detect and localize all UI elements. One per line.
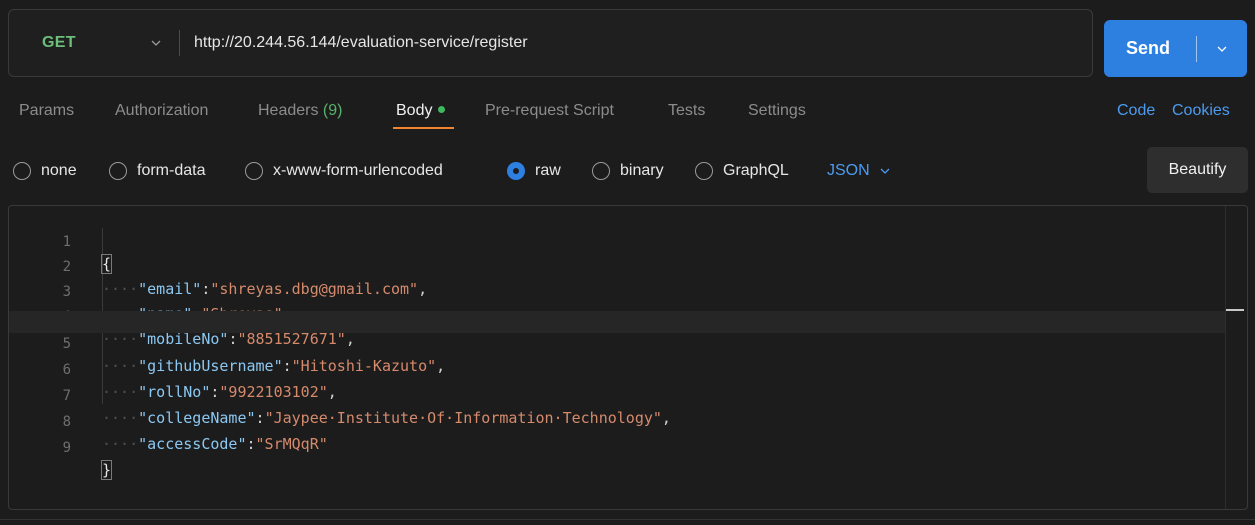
request-tabs: Params Authorization Headers (9) Body Pr… bbox=[0, 100, 1255, 129]
divider bbox=[0, 519, 1255, 520]
json-value: "SrMQqR" bbox=[255, 435, 328, 453]
request-url-bar: GET bbox=[8, 9, 1093, 77]
radio-binary[interactable]: binary bbox=[592, 162, 664, 180]
radio-raw[interactable]: raw bbox=[507, 162, 561, 180]
radio-icon bbox=[245, 162, 263, 180]
radio-icon bbox=[109, 162, 127, 180]
chevron-down-icon bbox=[151, 38, 161, 48]
indent: ···· bbox=[102, 435, 139, 453]
headers-count: (9) bbox=[322, 102, 343, 119]
radio-label: binary bbox=[620, 162, 664, 179]
code-line: 1 { bbox=[9, 209, 1225, 274]
editor-scrollbar[interactable] bbox=[1225, 206, 1247, 509]
method-label: GET bbox=[42, 34, 76, 51]
url-input[interactable] bbox=[180, 10, 1092, 76]
cookies-link[interactable]: Cookies bbox=[1172, 102, 1230, 120]
radio-graphql[interactable]: GraphQL bbox=[695, 162, 789, 180]
code-line: 9 } bbox=[9, 415, 1225, 480]
send-button[interactable]: Send bbox=[1104, 20, 1247, 77]
send-options-dropdown[interactable] bbox=[1197, 44, 1247, 54]
tab-tests[interactable]: Tests bbox=[668, 102, 705, 120]
close-brace: } bbox=[100, 460, 113, 480]
radio-icon bbox=[13, 162, 31, 180]
radio-none[interactable]: none bbox=[13, 162, 77, 180]
body-type-selector: none form-data x-www-form-urlencoded raw… bbox=[0, 157, 1255, 189]
radio-icon bbox=[695, 162, 713, 180]
code-line: 6 ····"rollNo":"9922103102", bbox=[9, 337, 1225, 401]
tab-body[interactable]: Body bbox=[396, 102, 446, 120]
chevron-down-icon bbox=[880, 166, 890, 176]
tab-headers[interactable]: Headers (9) bbox=[258, 102, 342, 120]
code-line: 7 ····"collegeName":"Jaypee·Institute·Of… bbox=[9, 363, 1225, 427]
tab-authorization[interactable]: Authorization bbox=[115, 102, 208, 120]
language-select[interactable]: JSON bbox=[827, 162, 890, 180]
code-line-current: 5 ····"githubUsername":"Hitoshi-Kazuto", bbox=[9, 311, 1225, 375]
scroll-cursor-marker bbox=[1226, 309, 1244, 311]
line-number: 9 bbox=[62, 440, 71, 456]
code-line: 4 ····"mobileNo":"8851527671", bbox=[9, 284, 1225, 348]
code-line: 2 ····"email":"shreyas.dbg@gmail.com", bbox=[9, 234, 1225, 298]
radio-checked-icon bbox=[507, 162, 525, 180]
status-dot bbox=[438, 106, 446, 114]
send-label: Send bbox=[1126, 38, 1171, 58]
tab-settings[interactable]: Settings bbox=[748, 102, 806, 120]
chevron-down-icon bbox=[1217, 44, 1227, 54]
language-label: JSON bbox=[827, 162, 870, 179]
radio-label: none bbox=[41, 162, 77, 179]
code-line: 8 ····"accessCode":"SrMQqR" bbox=[9, 389, 1225, 453]
json-key: "accessCode" bbox=[138, 435, 247, 453]
radio-label: raw bbox=[535, 162, 561, 179]
method-select[interactable]: GET bbox=[9, 10, 179, 76]
radio-form-data[interactable]: form-data bbox=[109, 162, 205, 180]
radio-label: GraphQL bbox=[723, 162, 789, 179]
tab-params[interactable]: Params bbox=[19, 102, 74, 120]
radio-icon bbox=[592, 162, 610, 180]
radio-label: form-data bbox=[137, 162, 206, 179]
code-line: 3 ····"name":"Shreyas", bbox=[9, 259, 1225, 323]
active-tab-indicator bbox=[393, 127, 454, 129]
tab-body-label: Body bbox=[396, 102, 433, 119]
radio-label: x-www-form-urlencoded bbox=[273, 162, 443, 179]
tab-headers-label: Headers bbox=[258, 102, 323, 119]
tab-pre-request-script[interactable]: Pre-request Script bbox=[485, 102, 614, 120]
body-editor[interactable]: 1 { 2 ····"email":"shreyas.dbg@gmail.com… bbox=[8, 205, 1248, 510]
colon: : bbox=[246, 435, 256, 453]
radio-x-www-form-urlencoded[interactable]: x-www-form-urlencoded bbox=[245, 162, 443, 180]
beautify-button[interactable]: Beautify bbox=[1147, 147, 1248, 193]
code-link[interactable]: Code bbox=[1117, 102, 1155, 120]
